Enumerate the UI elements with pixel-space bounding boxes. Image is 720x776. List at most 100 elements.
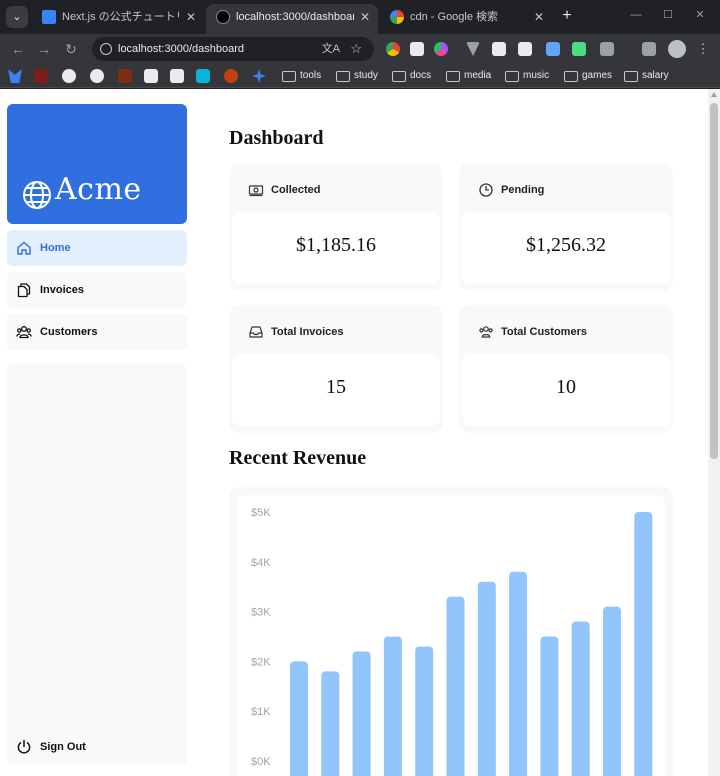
nav-item-label: Customers bbox=[40, 326, 98, 338]
revenue-bar bbox=[383, 636, 402, 776]
forward-arrow-icon[interactable]: → bbox=[34, 39, 54, 59]
site-info-icon[interactable] bbox=[100, 43, 112, 55]
card-header: Pending bbox=[462, 166, 670, 212]
translate-icon[interactable]: 文A bbox=[322, 37, 340, 61]
bookmark-star-icon[interactable]: ☆ bbox=[350, 37, 362, 61]
revenue-chart-svg: $5K $4K $3K $2K $1K $0K bbox=[251, 507, 653, 776]
nextjs-favicon-icon bbox=[216, 10, 230, 24]
nav-item-invoices[interactable]: Invoices bbox=[7, 272, 187, 308]
close-tab-icon[interactable]: ✕ bbox=[360, 4, 370, 30]
bookmark-icon[interactable] bbox=[170, 69, 184, 83]
bookmark-extension-icon[interactable] bbox=[518, 42, 532, 56]
revenue-chart: $5K $4K $3K $2K $1K $0K bbox=[237, 495, 665, 776]
dashboard-main: Dashboard Collected $1,185.16 Pending $1… bbox=[229, 89, 679, 776]
tab-title: Next.js の公式チュートリアルを読ん bbox=[62, 11, 180, 23]
gemini-bookmark-icon[interactable] bbox=[252, 69, 266, 83]
bookmarks-bar: tools study docs media music games salar… bbox=[0, 64, 720, 88]
y-tick-label: $0K bbox=[251, 756, 271, 768]
nav-item-home[interactable]: Home bbox=[7, 230, 187, 266]
notion-extension-icon[interactable] bbox=[410, 42, 424, 56]
power-icon bbox=[17, 739, 31, 754]
card-title: Total Customers bbox=[501, 326, 587, 338]
bookmark-folder-music[interactable]: music bbox=[505, 68, 549, 84]
side-panel-icon[interactable] bbox=[642, 42, 656, 56]
tab-dashboard[interactable]: localhost:3000/dashboard ✕ bbox=[206, 4, 378, 34]
tab-nextjs-tutorial[interactable]: Next.js の公式チュートリアルを読ん ✕ bbox=[32, 4, 204, 34]
inbox-icon bbox=[249, 326, 263, 338]
revenue-bar bbox=[603, 606, 621, 776]
scroll-up-arrow-icon[interactable] bbox=[711, 92, 717, 97]
revenue-bar bbox=[290, 661, 308, 776]
tool-extension-icon[interactable] bbox=[492, 42, 506, 56]
sign-out-label: Sign Out bbox=[40, 741, 86, 753]
y-tick-label: $4K bbox=[251, 557, 271, 569]
bookmark-icon[interactable] bbox=[62, 69, 76, 83]
chrome-extension-icon[interactable] bbox=[386, 42, 400, 56]
tab-google-search[interactable]: cdn - Google 検索 ✕ bbox=[380, 4, 552, 34]
url-text: localhost:3000/dashboard bbox=[118, 43, 244, 55]
bookmark-folder-tools[interactable]: tools bbox=[282, 68, 321, 84]
home-icon bbox=[17, 241, 31, 255]
github-bookmark-icon[interactable] bbox=[90, 69, 104, 83]
bookmark-icon[interactable] bbox=[118, 69, 132, 83]
card-value: $1,185.16 bbox=[232, 212, 440, 284]
color-extension-icon[interactable] bbox=[434, 42, 448, 56]
new-tab-button[interactable]: + bbox=[558, 5, 576, 27]
nav-spacer bbox=[7, 364, 187, 744]
browser-toolbar: ← → ↻ localhost:3000/dashboard 文A ☆ ⋮ bbox=[0, 34, 720, 64]
revenue-bar bbox=[321, 671, 340, 776]
bookmark-folder-media[interactable]: media bbox=[446, 68, 491, 84]
page-scrollbar[interactable] bbox=[708, 89, 720, 776]
y-tick-label: $2K bbox=[251, 656, 271, 668]
card-title: Total Invoices bbox=[271, 326, 344, 338]
tab-title: cdn - Google 検索 bbox=[410, 11, 499, 23]
extensions-puzzle-icon[interactable] bbox=[600, 42, 614, 56]
reload-icon[interactable]: ↻ bbox=[61, 39, 81, 59]
bookmark-icon[interactable] bbox=[196, 69, 210, 83]
close-tab-icon[interactable]: ✕ bbox=[186, 4, 196, 30]
bookmark-folder-salary[interactable]: salary bbox=[624, 68, 669, 84]
back-arrow-icon[interactable]: ← bbox=[8, 39, 28, 59]
tab-search-button[interactable]: ⌄ bbox=[6, 6, 28, 28]
tab-title: localhost:3000/dashboard bbox=[236, 11, 354, 23]
bookmark-folder-docs[interactable]: docs bbox=[392, 68, 431, 84]
card-total-customers: Total Customers 10 bbox=[459, 305, 673, 433]
card-value: $1,256.32 bbox=[462, 212, 670, 284]
users-icon bbox=[16, 326, 32, 339]
green-extension-icon[interactable] bbox=[572, 42, 586, 56]
close-tab-icon[interactable]: ✕ bbox=[534, 4, 544, 30]
bookmark-folder-games[interactable]: games bbox=[564, 68, 612, 84]
card-pending: Pending $1,256.32 bbox=[459, 163, 673, 291]
react-extension-icon[interactable] bbox=[546, 42, 560, 56]
bookmark-folder-study[interactable]: study bbox=[336, 68, 378, 84]
scrollbar-thumb[interactable] bbox=[710, 103, 718, 459]
maximize-icon[interactable]: ☐ bbox=[658, 5, 678, 25]
banknotes-icon bbox=[248, 185, 264, 197]
revenue-bar bbox=[509, 571, 528, 776]
clock-icon bbox=[479, 183, 493, 197]
revenue-bar bbox=[477, 581, 496, 776]
revenue-bar bbox=[540, 636, 559, 776]
revenue-chart-container: $5K $4K $3K $2K $1K $0K bbox=[229, 487, 673, 776]
bookmark-icon[interactable] bbox=[34, 69, 48, 83]
minimize-icon[interactable]: — bbox=[626, 5, 646, 25]
acme-logo[interactable]: Acme bbox=[7, 104, 187, 224]
users-icon bbox=[479, 326, 493, 338]
profile-avatar[interactable] bbox=[668, 40, 686, 58]
vue-extension-icon[interactable] bbox=[466, 42, 480, 56]
y-tick-label: $5K bbox=[251, 507, 271, 519]
bookmark-icon[interactable] bbox=[224, 69, 238, 83]
more-menu-icon[interactable]: ⋮ bbox=[696, 38, 710, 60]
revenue-bar bbox=[415, 646, 434, 776]
page-viewport: Acme Home Invoices Customers Sign Out Da… bbox=[0, 89, 720, 776]
sign-out-button[interactable]: Sign Out bbox=[7, 729, 187, 765]
address-bar[interactable]: localhost:3000/dashboard 文A ☆ bbox=[92, 37, 374, 61]
nextjs-favicon-icon bbox=[42, 10, 56, 24]
bluesky-bookmark-icon[interactable] bbox=[8, 69, 22, 83]
close-window-icon[interactable]: ✕ bbox=[690, 5, 710, 25]
nav-item-customers[interactable]: Customers bbox=[7, 314, 187, 350]
bookmark-icon[interactable] bbox=[144, 69, 158, 83]
revenue-bar bbox=[446, 596, 465, 776]
card-header: Total Customers bbox=[462, 308, 670, 354]
card-title: Collected bbox=[271, 184, 321, 196]
